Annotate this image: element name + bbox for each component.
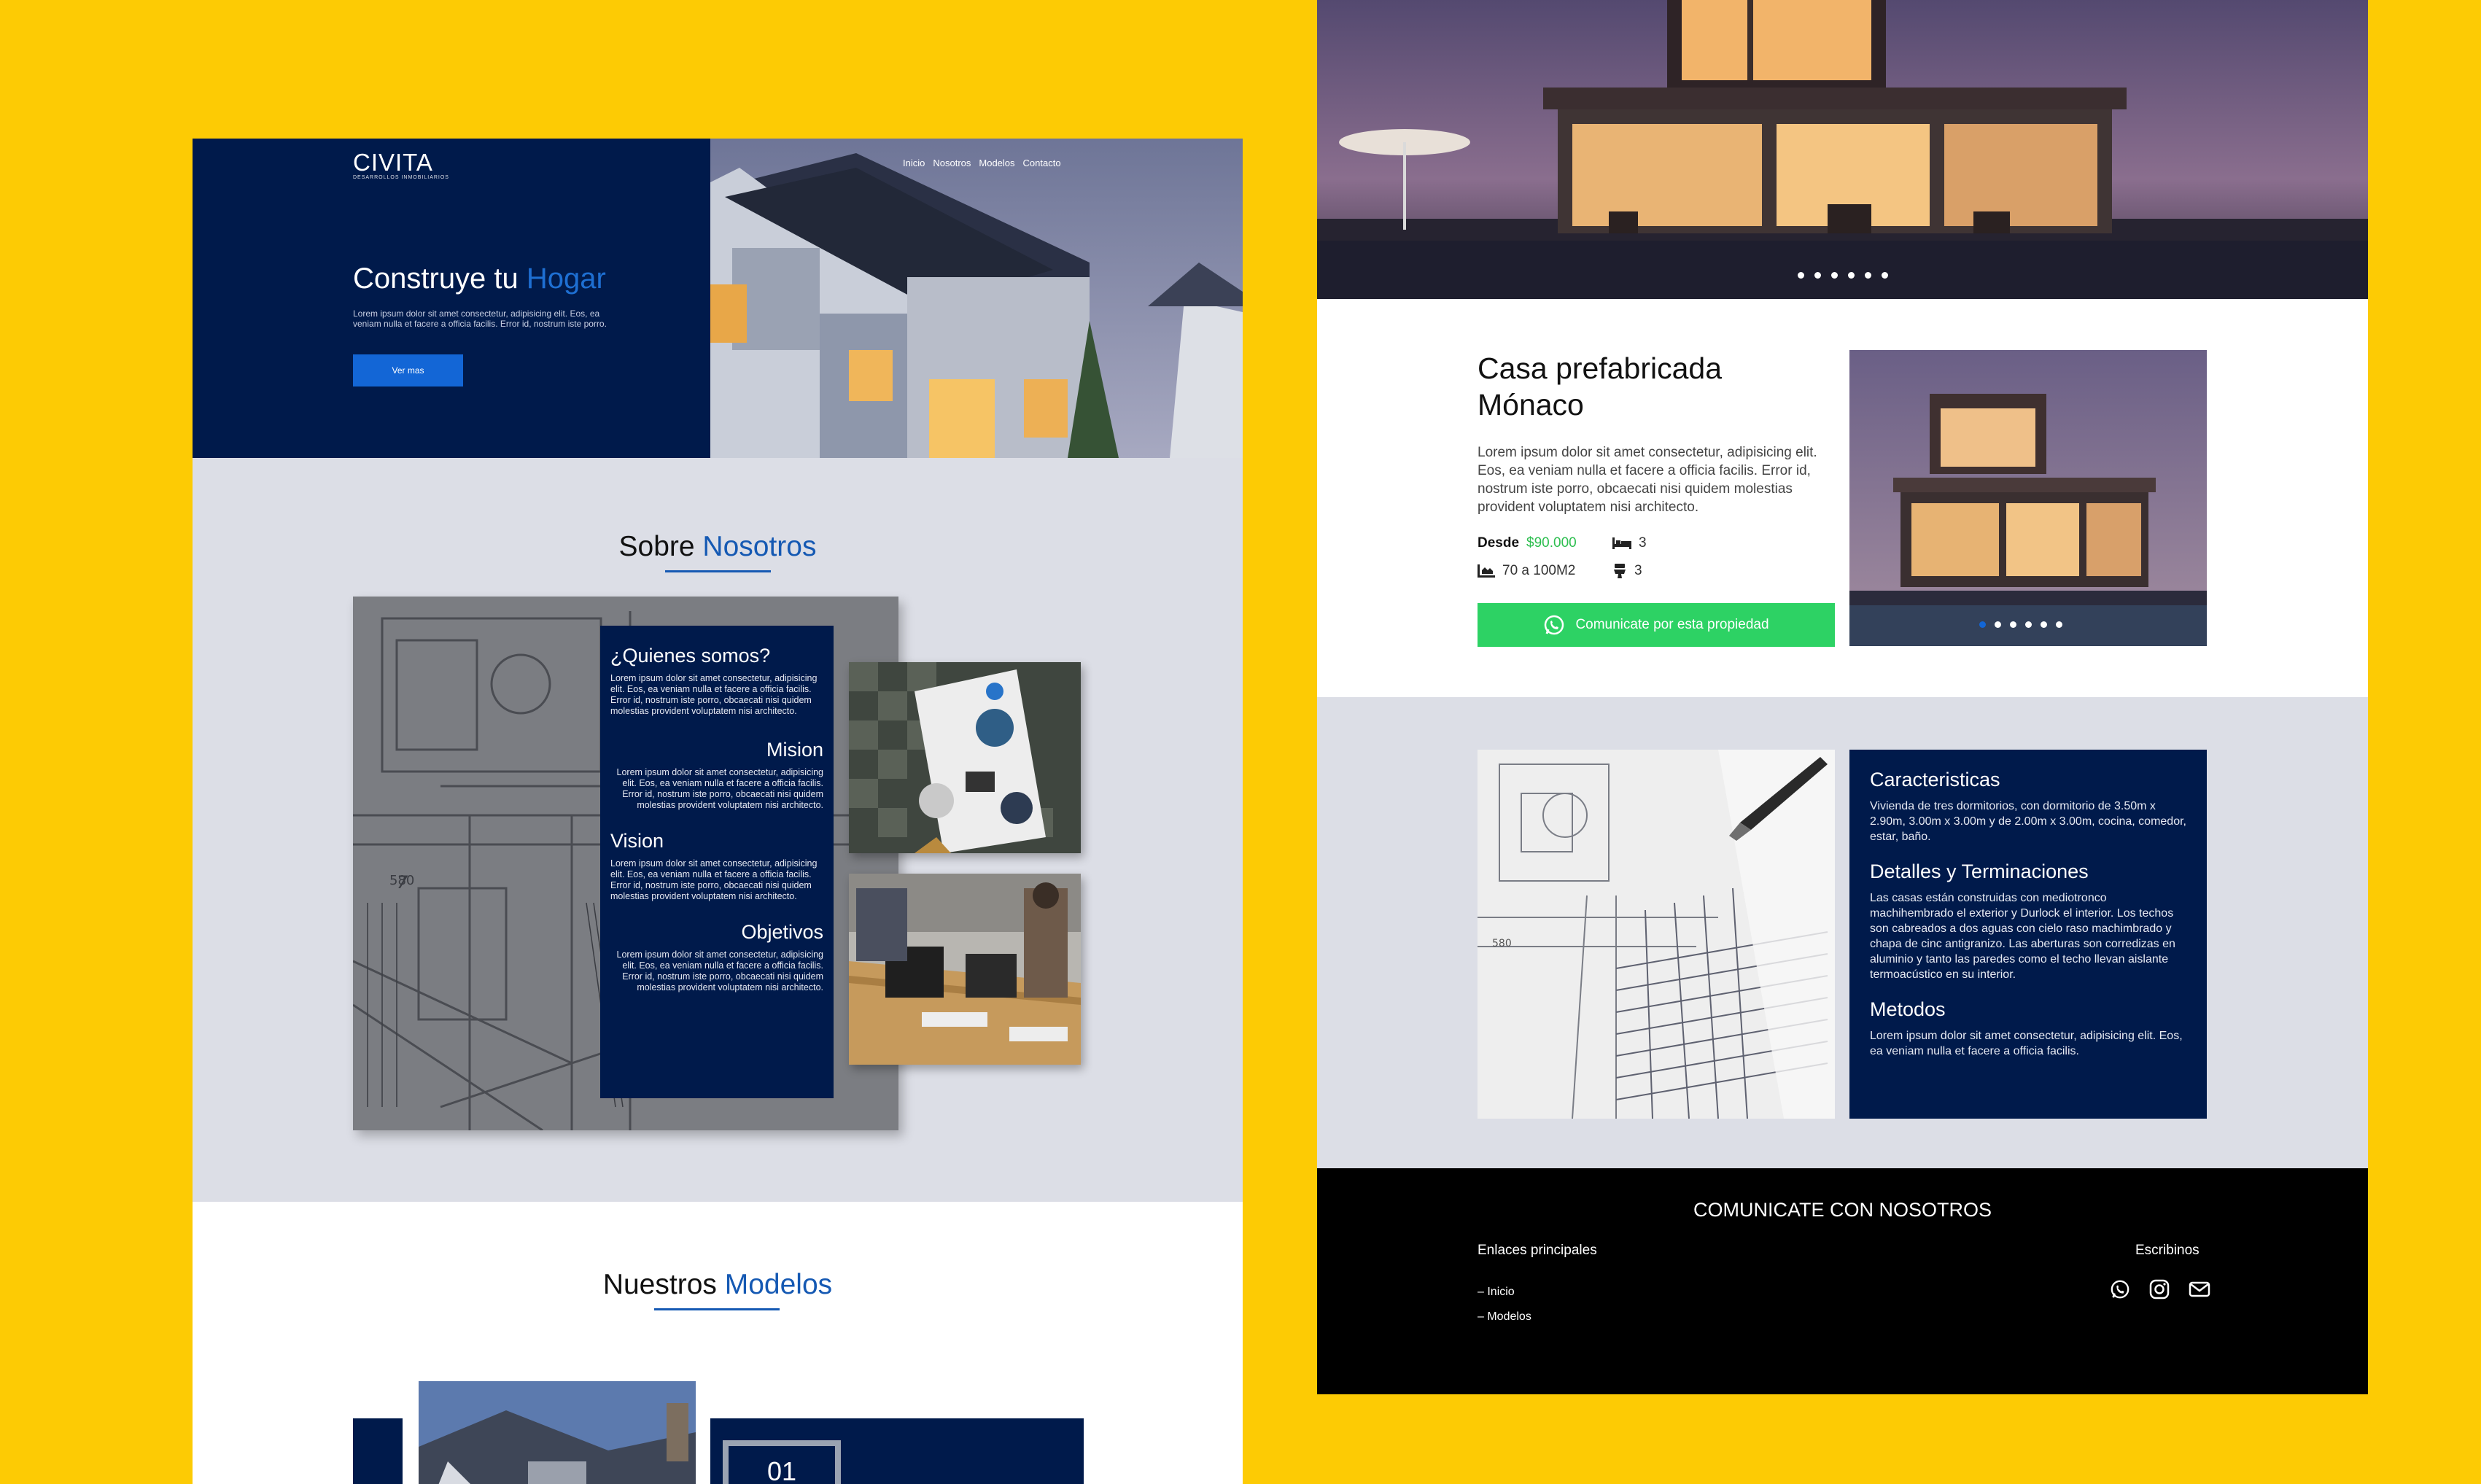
price-label: Desde xyxy=(1478,535,1520,551)
area-icon xyxy=(1478,564,1495,578)
footer-links-title: Enlaces principales xyxy=(1478,1243,1597,1258)
footer-link-modelos[interactable]: – Modelos xyxy=(1478,1305,1531,1329)
models-title-underline xyxy=(654,1308,780,1310)
detalles-heading: Detalles y Terminaciones xyxy=(1870,861,2089,882)
instagram-icon[interactable] xyxy=(2149,1279,2170,1300)
hero-house-photo xyxy=(710,139,1243,458)
whatsapp-icon xyxy=(1545,615,1564,635)
slider-dot[interactable] xyxy=(1882,272,1888,279)
property-page-mockup: Casa prefabricada Mónaco Lorem ipsum dol… xyxy=(1317,0,2368,1394)
nav-item-contacto[interactable]: Contacto xyxy=(1023,158,1061,168)
hero-section: CIVITA DESARROLLOS INMOBILIARIOS Inicio … xyxy=(193,139,1243,458)
vision-heading: Vision xyxy=(610,830,664,852)
metodos-heading: Metodos xyxy=(1870,998,1946,1020)
caracteristicas-text: Vivienda de tres dormitorios, con dormit… xyxy=(1870,800,2186,843)
about-title: Sobre Nosotros xyxy=(193,531,1243,563)
main-nav: Inicio Nosotros Modelos Contacto xyxy=(903,158,1061,168)
hero-description: Lorem ipsum dolor sit amet consectetur, … xyxy=(353,308,607,329)
nav-item-inicio[interactable]: Inicio xyxy=(903,158,925,168)
landing-page-mockup: CIVITA DESARROLLOS INMOBILIARIOS Inicio … xyxy=(193,139,1243,1484)
toilet-icon xyxy=(1614,564,1626,578)
property-description: Lorem ipsum dolor sit amet consectetur, … xyxy=(1478,445,1817,515)
about-section: Sobre Nosotros 7 580 ¿Quienes somos? Lor… xyxy=(193,458,1243,1202)
slider-dot[interactable] xyxy=(1831,272,1838,279)
slider-dot[interactable] xyxy=(1798,272,1804,279)
about-info-card: ¿Quienes somos? Lorem ipsum dolor sit am… xyxy=(600,626,834,1098)
about-title-accent: Nosotros xyxy=(702,531,817,562)
slider-dot[interactable] xyxy=(1814,272,1821,279)
team-meeting-photo-top xyxy=(849,662,1081,853)
hero-panel xyxy=(193,139,710,458)
model-house-photo[interactable] xyxy=(419,1381,696,1484)
metodos-text: Lorem ipsum dolor sit amet consectetur, … xyxy=(1870,1030,2183,1057)
hero-title-accent: Hogar xyxy=(526,263,606,295)
contact-property-label: Comunicate por esta propiedad xyxy=(1575,617,1769,632)
objetivos-heading: Objetivos xyxy=(741,921,823,943)
slider-dot[interactable] xyxy=(2025,621,2032,628)
area-spec: 70 a 100M2 xyxy=(1478,563,1575,579)
baths-value: 3 xyxy=(1634,563,1642,578)
features-section: 580 Caracteristicas Vivienda de tres dor… xyxy=(1317,697,2368,1168)
hero-title-text: Construye tu xyxy=(353,263,527,295)
property-photo[interactable] xyxy=(1849,350,2207,646)
slider-dot[interactable] xyxy=(1995,621,2001,628)
team-meeting-photo-bottom xyxy=(849,874,1081,1065)
ver-mas-button[interactable]: Ver mas xyxy=(353,354,463,386)
mision-heading: Mision xyxy=(766,739,823,761)
footer-title: COMUNICATE CON NOSOTROS xyxy=(1693,1199,1992,1221)
model-card-left-bar xyxy=(353,1418,403,1484)
blueprint-pen-photo: 580 xyxy=(1478,750,1835,1119)
models-title: Nuestros Modelos xyxy=(193,1269,1243,1301)
contact-property-button[interactable]: Comunicate por esta propiedad xyxy=(1478,603,1835,647)
caracteristicas-heading: Caracteristicas xyxy=(1870,769,2000,790)
whatsapp-icon[interactable] xyxy=(2110,1279,2130,1300)
footer: COMUNICATE CON NOSOTROS Enlaces principa… xyxy=(1317,1168,2368,1394)
bed-icon xyxy=(1612,537,1631,549)
area-value: 70 a 100M2 xyxy=(1502,563,1576,578)
nav-item-modelos[interactable]: Modelos xyxy=(979,158,1014,168)
model-number: 01 xyxy=(723,1440,841,1484)
property-title: Casa prefabricada Mónaco xyxy=(1478,351,1723,421)
models-title-accent: Modelos xyxy=(724,1269,833,1300)
detalles-text: Las casas están construidas con mediotro… xyxy=(1870,892,2175,981)
about-title-underline xyxy=(665,570,771,572)
mision-text: Lorem ipsum dolor sit amet consectetur, … xyxy=(616,767,823,810)
property-photo-dots xyxy=(1979,621,2062,628)
slider-dot[interactable] xyxy=(1979,621,1986,628)
slider-dot[interactable] xyxy=(2056,621,2062,628)
slider-dot[interactable] xyxy=(1865,272,1871,279)
price-spec: Desde $90.000 xyxy=(1478,535,1577,551)
features-card: Caracteristicas Vivienda de tres dormito… xyxy=(1849,750,2207,1119)
beds-value: 3 xyxy=(1639,535,1647,551)
mail-icon[interactable] xyxy=(2189,1279,2210,1300)
property-hero-slider xyxy=(1317,0,2368,299)
about-title-text: Sobre xyxy=(618,531,703,562)
svg-text:580: 580 xyxy=(389,873,414,888)
footer-links: – Inicio – Modelos xyxy=(1478,1280,1531,1329)
brand-name: CIVITA xyxy=(353,149,433,176)
footer-write-title: Escribinos xyxy=(2135,1243,2199,1258)
slider-dot[interactable] xyxy=(2010,621,2016,628)
svg-text:580: 580 xyxy=(1492,938,1512,949)
quienes-somos-text: Lorem ipsum dolor sit amet consectetur, … xyxy=(610,673,818,716)
vision-text: Lorem ipsum dolor sit amet consectetur, … xyxy=(610,858,818,901)
nav-item-nosotros[interactable]: Nosotros xyxy=(933,158,971,168)
property-detail-section: Casa prefabricada Mónaco Lorem ipsum dol… xyxy=(1317,299,2368,697)
slider-dots xyxy=(1798,272,1888,279)
models-title-text: Nuestros xyxy=(602,1269,725,1300)
objetivos-text: Lorem ipsum dolor sit amet consectetur, … xyxy=(616,949,823,992)
price-value: $90.000 xyxy=(1526,535,1577,551)
footer-link-inicio[interactable]: – Inicio xyxy=(1478,1280,1531,1305)
baths-spec: 3 xyxy=(1612,563,1642,579)
brand-tagline: DESARROLLOS INMOBILIARIOS xyxy=(353,175,449,180)
slider-dot[interactable] xyxy=(1848,272,1855,279)
footer-social-icons xyxy=(2110,1279,2210,1300)
brand-logo[interactable]: CIVITA DESARROLLOS INMOBILIARIOS xyxy=(353,149,449,180)
models-section: Nuestros Modelos 01 xyxy=(193,1202,1243,1484)
hero-title: Construye tu Hogar xyxy=(353,263,606,295)
slider-dot[interactable] xyxy=(2041,621,2047,628)
beds-spec: 3 xyxy=(1612,535,1647,551)
quienes-somos-heading: ¿Quienes somos? xyxy=(610,645,771,667)
